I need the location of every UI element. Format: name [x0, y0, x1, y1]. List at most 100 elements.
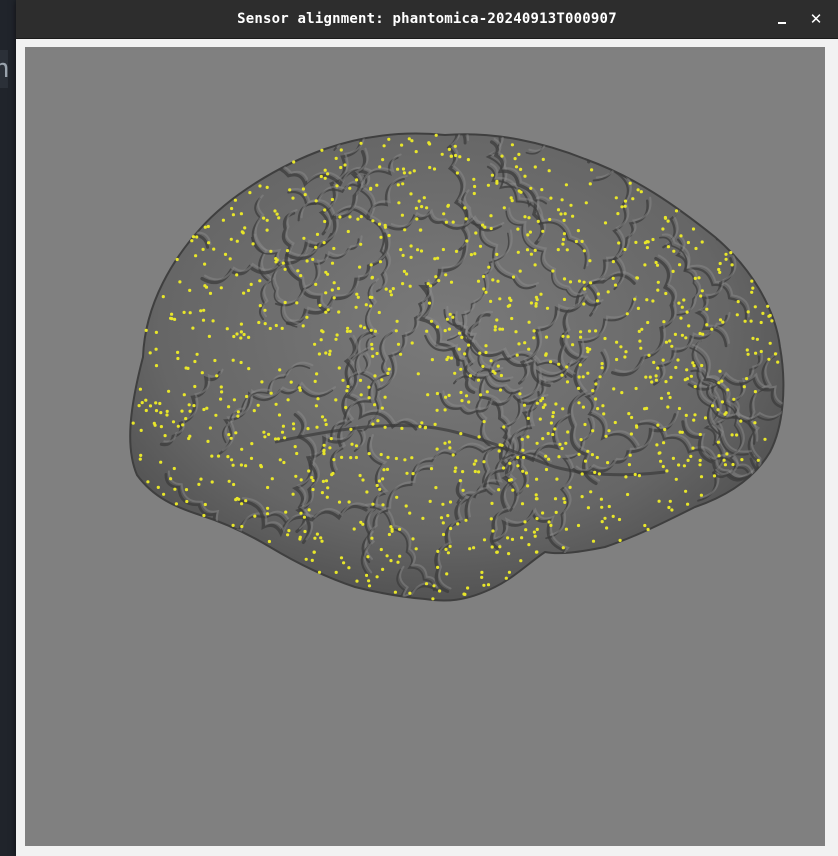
- sensor-point: [265, 512, 270, 516]
- sensor-point: [334, 156, 338, 160]
- sensor-point: [449, 154, 453, 158]
- sensor-point: [718, 318, 723, 322]
- sensor-point: [322, 241, 326, 245]
- sensor-point: [684, 413, 688, 417]
- sensor-point: [158, 401, 162, 406]
- sensor-point: [441, 532, 446, 537]
- sensor-point: [330, 197, 334, 202]
- sensor-point: [461, 488, 465, 492]
- sensor-point: [299, 511, 303, 515]
- brain-surface-render[interactable]: [25, 47, 825, 846]
- window-titlebar[interactable]: Sensor alignment: phantomica-20240913T00…: [16, 0, 838, 39]
- sensor-point: [275, 258, 279, 262]
- sensor-point: [201, 247, 205, 251]
- sensor-point: [521, 469, 525, 473]
- sensor-point: [449, 526, 453, 531]
- sensor-point: [311, 487, 315, 492]
- sensor-point: [644, 375, 648, 379]
- sensor-point: [401, 282, 405, 286]
- sensor-point: [480, 570, 484, 575]
- sensor-point: [498, 388, 503, 392]
- sensor-point: [381, 567, 385, 572]
- sensor-point: [449, 280, 454, 284]
- minimize-button[interactable]: [770, 7, 794, 31]
- sensor-point: [459, 390, 463, 395]
- sensor-point: [500, 443, 504, 447]
- sensor-point: [370, 276, 374, 280]
- sensor-point: [144, 398, 148, 402]
- sensor-point: [596, 292, 601, 296]
- sensor-point: [577, 386, 581, 390]
- sensor-point: [240, 502, 244, 506]
- sensor-point: [767, 314, 771, 318]
- sensor-point: [664, 340, 669, 344]
- sensor-point: [197, 482, 201, 486]
- sensor-point: [371, 422, 375, 426]
- sensor-point: [383, 425, 387, 429]
- sensor-point: [354, 444, 359, 448]
- sensor-point: [451, 315, 455, 319]
- sensor-point: [723, 412, 727, 416]
- sensor-point: [240, 447, 244, 451]
- sensor-point: [447, 440, 451, 444]
- sensor-point: [402, 269, 406, 273]
- sensor-point: [369, 304, 373, 308]
- sensor-point: [323, 219, 327, 224]
- sensor-point: [700, 363, 704, 368]
- sensor-point: [154, 401, 158, 405]
- sensor-point: [662, 441, 666, 445]
- sensor-point: [527, 543, 531, 547]
- sensor-point: [548, 217, 552, 222]
- sensor-point: [323, 418, 327, 422]
- sensor-point: [562, 232, 567, 236]
- sensor-point: [425, 206, 429, 210]
- sensor-point: [607, 429, 611, 433]
- sensor-point: [526, 416, 530, 420]
- sensor-point: [346, 229, 350, 234]
- sensor-point: [627, 412, 631, 416]
- sensor-point: [234, 431, 238, 435]
- sensor-point: [437, 279, 441, 283]
- sensor-point: [759, 349, 763, 354]
- sensor-point: [274, 323, 278, 328]
- background-window-text: h: [0, 50, 8, 88]
- 3d-render-viewport[interactable]: [25, 47, 825, 846]
- sensor-point: [359, 242, 363, 246]
- sensor-point: [323, 208, 327, 212]
- sensor-point: [165, 409, 169, 413]
- sensor-point: [377, 310, 381, 315]
- sensor-point: [373, 403, 377, 407]
- sensor-point: [699, 493, 704, 497]
- sensor-point: [429, 319, 434, 323]
- sensor-point: [435, 391, 439, 396]
- sensor-point: [585, 346, 589, 350]
- sensor-point: [491, 529, 495, 533]
- sensor-point: [315, 232, 320, 236]
- sensor-point: [497, 449, 501, 453]
- sensor-point: [446, 514, 450, 518]
- sensor-point: [674, 209, 679, 213]
- sensor-point: [750, 290, 754, 294]
- sensor-point: [435, 447, 439, 451]
- sensor-point: [618, 538, 622, 542]
- sensor-point: [750, 279, 754, 283]
- sensor-point: [286, 533, 290, 537]
- sensor-point: [464, 217, 468, 221]
- sensor-point: [454, 466, 458, 470]
- sensor-point: [380, 378, 384, 382]
- sensor-alignment-window[interactable]: Sensor alignment: phantomica-20240913T00…: [16, 0, 838, 856]
- sensor-point: [418, 425, 422, 429]
- sensor-point: [538, 417, 542, 421]
- sensor-point: [499, 373, 503, 378]
- sensor-point: [393, 590, 397, 594]
- sensor-point: [656, 366, 660, 370]
- sensor-point: [345, 329, 349, 333]
- sensor-point: [163, 434, 167, 438]
- sensor-point: [285, 249, 290, 253]
- close-button[interactable]: ✕: [804, 7, 828, 31]
- sensor-point: [553, 497, 558, 501]
- sensor-point: [239, 212, 243, 216]
- sensor-point: [396, 183, 400, 187]
- sensor-point: [257, 320, 261, 325]
- sensor-point: [194, 254, 198, 258]
